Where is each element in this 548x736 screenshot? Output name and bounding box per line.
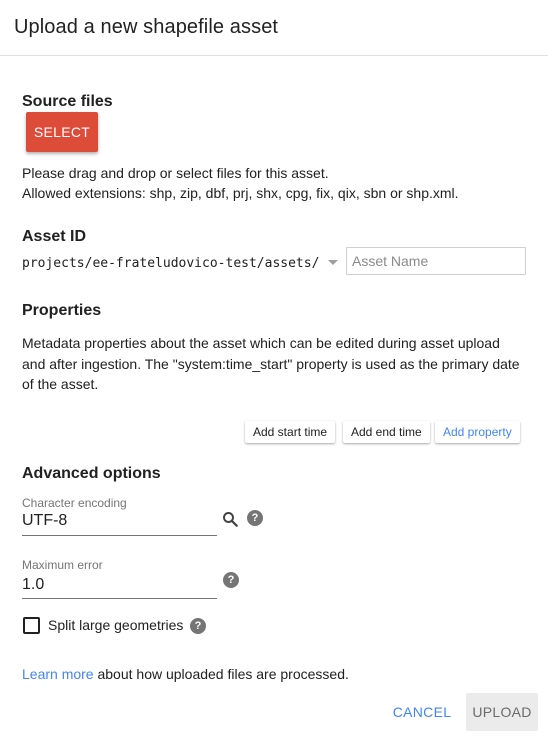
title-divider (0, 55, 548, 56)
source-files-heading: Source files (22, 93, 113, 110)
add-start-time-button[interactable]: Add start time (245, 421, 336, 443)
split-help-icon[interactable]: ? (190, 618, 206, 634)
learn-more-suffix: about how uploaded files are processed. (93, 666, 349, 682)
character-encoding-underline (22, 535, 217, 536)
upload-button[interactable]: UPLOAD (466, 693, 538, 731)
dropdown-arrow-icon[interactable] (328, 260, 338, 265)
source-instructions-line2: Allowed extensions: shp, zip, dbf, prj, … (22, 185, 459, 201)
properties-heading: Properties (22, 302, 102, 319)
cancel-button[interactable]: CANCEL (388, 693, 456, 731)
select-files-button[interactable]: SELECT (26, 112, 98, 152)
split-geometries-label: Split large geometries (48, 617, 184, 633)
properties-desc-line1: Metadata properties about the asset whic… (22, 335, 500, 351)
maximum-error-underline (22, 598, 217, 599)
properties-desc-line2: and after ingestion. The "system:time_st… (22, 356, 520, 372)
search-icon[interactable] (221, 510, 239, 528)
asset-id-heading: Asset ID (22, 228, 87, 245)
learn-more-link[interactable]: Learn more (22, 666, 94, 682)
add-end-time-button[interactable]: Add end time (343, 421, 430, 443)
source-instructions-line1: Please drag and drop or select files for… (22, 165, 329, 181)
learn-more-text: Learn more about how uploaded files are … (22, 664, 349, 684)
encoding-help-icon[interactable]: ? (247, 510, 263, 526)
split-geometries-checkbox[interactable] (23, 617, 40, 634)
asset-path-prefix[interactable]: projects/ee-frateludovico-test/assets/ (22, 256, 319, 271)
properties-desc-line3: of the asset. (22, 376, 99, 392)
maximum-error-field[interactable]: 1.0 (22, 576, 44, 594)
add-property-button[interactable]: Add property (435, 421, 520, 443)
max-error-help-icon[interactable]: ? (223, 572, 239, 588)
dialog-title: Upload a new shapefile asset (14, 16, 279, 38)
asset-name-input[interactable] (346, 247, 526, 275)
character-encoding-field[interactable]: UTF-8 (22, 512, 67, 530)
advanced-options-heading: Advanced options (22, 465, 161, 482)
maximum-error-label: Maximum error (22, 558, 103, 572)
character-encoding-label: Character encoding (22, 496, 127, 510)
